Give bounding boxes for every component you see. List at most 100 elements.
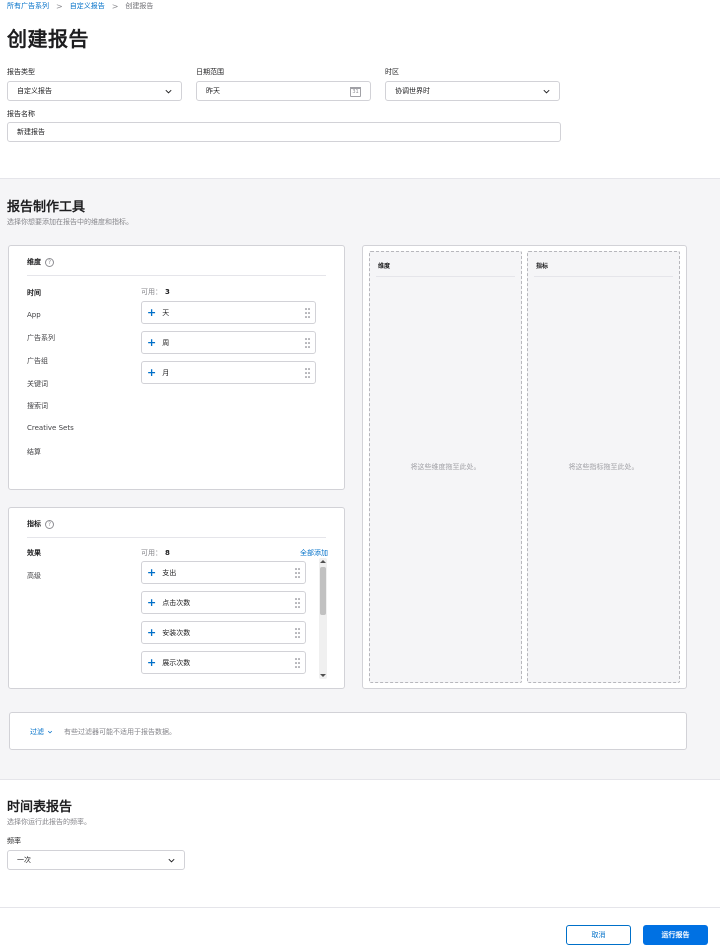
available-label: 可用： [141,549,162,557]
metric-item-impressions[interactable]: + 展示次数 [141,651,306,674]
dimensions-panel-title: 维度 [27,258,41,266]
dimension-category-billing[interactable]: 结算 [27,447,41,457]
drop-zone-hint: 将这些指标拖至此处。 [568,463,639,471]
timezone-select[interactable]: 协调世界时 [385,81,560,101]
available-label: 可用： [141,288,162,296]
breadcrumb-current: 创建报告 [125,2,154,10]
schedule-description: 选择你运行此报告的频率。 [7,818,91,826]
dimension-category-app[interactable]: App [27,311,41,319]
frequency-label: 频率 [7,837,21,845]
dimension-category-creative-sets[interactable]: Creative Sets [27,424,74,432]
report-type-select[interactable]: 自定义报告 [7,81,182,101]
chevron-down-icon [543,89,550,94]
builder-description: 选择你想要添加在报告中的维度和指标。 [7,218,133,226]
breadcrumb-separator-icon: > [111,1,119,11]
filter-toggle[interactable]: 过滤 [30,727,53,737]
chevron-down-icon [168,858,175,863]
help-icon[interactable]: ? [45,519,54,529]
drag-handle-icon[interactable] [305,368,310,378]
breadcrumb-custom-reports[interactable]: 自定义报告 [70,1,105,11]
metrics-drop-zone[interactable]: 指标 将这些指标拖至此处。 [527,251,680,683]
chevron-down-icon [47,730,53,734]
report-name-value: 新建报告 [17,128,45,136]
builder-title: 报告制作工具 [7,200,86,215]
metric-item-taps[interactable]: + 点击次数 [141,591,306,614]
frequency-select[interactable]: 一次 [7,850,185,870]
divider [376,276,515,277]
dimension-item-label: 周 [162,338,170,347]
metrics-panel-title: 指标 [27,520,41,528]
filter-note: 有些过滤器可能不适用于报告数据。 [64,728,176,736]
date-range-picker[interactable]: 昨天 31 [196,81,371,101]
help-icon[interactable]: ? [45,257,54,267]
plus-icon[interactable]: + [147,307,156,318]
page-title: 创建报告 [7,27,89,51]
drop-zones-panel: 维度 将这些维度拖至此处。 指标 将这些指标拖至此处。 [362,245,687,689]
dimension-item-week[interactable]: + 周 [141,331,316,354]
report-type-value: 自定义报告 [17,87,52,95]
dimension-category-search-term[interactable]: 搜索词 [27,401,48,411]
dimensions-available: 可用： 3 [141,287,170,297]
divider [534,276,673,277]
drag-handle-icon[interactable] [295,658,300,668]
drag-handle-icon[interactable] [305,338,310,348]
dimension-category-keyword[interactable]: 关键词 [27,379,48,389]
dimensions-drop-zone[interactable]: 维度 将这些维度拖至此处。 [369,251,522,683]
dimension-item-label: 天 [162,308,170,317]
timezone-label: 时区 [385,68,399,76]
plus-icon[interactable]: + [147,367,156,378]
metrics-panel-header: 指标 ? [27,519,54,529]
footer-divider [0,907,720,908]
metric-item-installs[interactable]: + 安装次数 [141,621,306,644]
dimension-item-day[interactable]: + 天 [141,301,316,324]
report-name-label: 报告名称 [7,110,35,118]
divider [27,275,326,276]
dimension-category-time[interactable]: 时间 [27,288,41,298]
dimension-item-month[interactable]: + 月 [141,361,316,384]
add-all-metrics-link[interactable]: 全部添加 [300,548,328,558]
breadcrumb-separator-icon: > [56,1,63,11]
report-builder-section: 报告制作工具 选择你想要添加在报告中的维度和指标。 维度 ? 时间 App 广告… [0,178,720,780]
metric-category-advanced[interactable]: 高级 [27,571,41,581]
filter-label: 过滤 [30,728,44,736]
report-type-label: 报告类型 [7,68,35,76]
divider [27,537,326,538]
plus-icon[interactable]: + [147,597,156,608]
metrics-available: 可用： 8 [141,548,170,558]
scroll-down-icon[interactable] [320,674,326,677]
metric-item-label: 点击次数 [162,598,191,607]
drop-zone-hint: 将这些维度拖至此处。 [410,463,481,471]
metric-item-label: 支出 [162,568,177,577]
date-range-value: 昨天 [206,87,220,95]
drag-handle-icon[interactable] [305,308,310,318]
dimension-category-adgroup[interactable]: 广告组 [27,356,48,366]
plus-icon[interactable]: + [147,567,156,578]
run-report-button[interactable]: 运行报告 [643,925,708,945]
dimension-item-label: 月 [162,368,170,377]
drag-handle-icon[interactable] [295,598,300,608]
metric-item-spend[interactable]: + 支出 [141,561,306,584]
dimensions-panel: 维度 ? 时间 App 广告系列 广告组 关键词 搜索词 Creative Se… [8,245,345,490]
drag-handle-icon[interactable] [295,568,300,578]
available-count: 8 [165,549,170,557]
breadcrumb-all-campaigns[interactable]: 所有广告系列 [7,1,49,11]
cancel-button[interactable]: 取消 [566,925,631,945]
metric-item-label: 安装次数 [162,628,191,637]
drag-handle-icon[interactable] [295,628,300,638]
scrollbar-thumb[interactable] [320,567,326,615]
plus-icon[interactable]: + [147,627,156,638]
metrics-scrollbar[interactable] [319,558,327,679]
schedule-title: 时间表报告 [7,800,73,815]
date-range-label: 日期范围 [196,68,224,76]
timezone-value: 协调世界时 [395,87,430,95]
drop-zone-title: 维度 [378,263,391,270]
metric-item-label: 展示次数 [162,658,191,667]
plus-icon[interactable]: + [147,337,156,348]
calendar-icon[interactable]: 31 [350,87,361,97]
report-name-input[interactable]: 新建报告 [7,122,561,142]
scroll-up-icon[interactable] [320,560,326,563]
plus-icon[interactable]: + [147,657,156,668]
dimension-category-campaign[interactable]: 广告系列 [27,333,55,343]
breadcrumb: 所有广告系列 > 自定义报告 > 创建报告 [7,1,153,11]
metric-category-performance[interactable]: 效果 [27,548,41,558]
